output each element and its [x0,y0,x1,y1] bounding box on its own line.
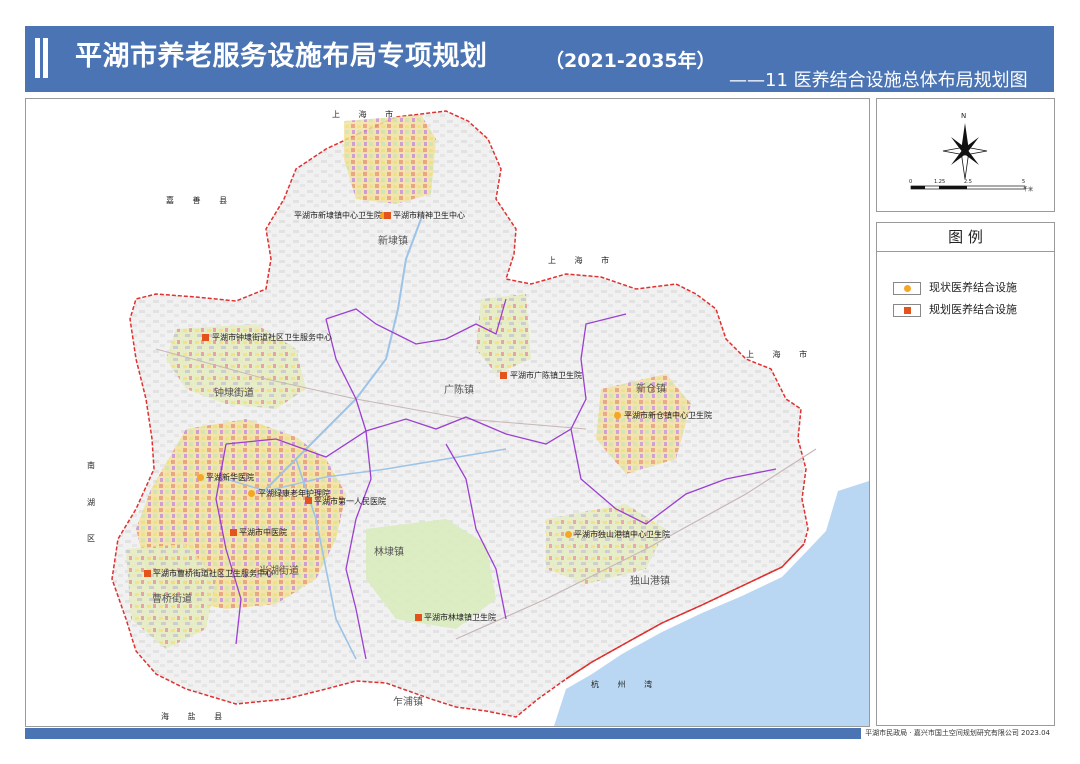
town-label-caoqiao: 曹桥街道 [152,594,192,605]
sea-label-hangzhou-bay: 杭 州 湾 [591,680,661,689]
current-facility-marker[interactable] [565,531,572,538]
facility-label-xindai-health-center: 平湖市新埭镇中心卫生院 [294,211,382,220]
planned-facility-marker[interactable] [384,212,391,219]
facility-label-tcm-hospital: 平湖市中医院 [239,528,287,537]
region-label-haiyan: 海 盐 县 [161,712,231,721]
map-title: 平湖市养老服务设施布局专项规划 [75,41,488,72]
town-label-zhongdai: 钟埭街道 [214,388,254,399]
town-label-zhapu: 乍浦镇 [393,697,423,708]
map-canvas: 上 海 市 上 海 市 上 海 市 嘉 善 县 南 湖 区 海 盐 县 杭 州 … [25,98,870,727]
legend-item-planned: 规划医养结合设施 [893,303,1053,317]
current-facility-marker[interactable] [614,412,621,419]
map-years: （2021-2035年） [545,50,716,72]
scale-tick: 2.5 [964,179,972,185]
region-label-jiashan: 嘉 善 县 [166,196,236,205]
region-label-nanhu: 南 [87,461,95,470]
region-label-shanghai-southeast: 上 海 市 [746,350,816,359]
facility-label-dushangang-health-center: 平湖市独山港镇中心卫生院 [574,530,670,539]
current-facility-icon [904,285,911,292]
region-label-shanghai-east: 上 海 市 [548,256,618,265]
planned-facility-marker[interactable] [202,334,209,341]
scale-unit: 千米 [1023,187,1034,193]
region-label-nanhu: 区 [87,534,95,543]
title-bar-decoration [35,38,40,78]
town-label-guangchen: 广陈镇 [444,385,474,396]
facility-label-first-peoples-hospital: 平湖市第一人民医院 [314,497,386,506]
footer-bar: 平湖市民政局 · 嘉兴市国土空间规划研究有限公司 2023.04 [25,728,1054,739]
legend-panel: 图 例 现状医养结合设施 规划医养结合设施 [876,222,1055,726]
facility-label-caoqiao-community-center: 平湖市曹桥街道社区卫生服务中心 [153,569,273,578]
legend-swatch [893,304,921,317]
legend-label: 规划医养结合设施 [929,303,1017,316]
facility-label-xincang-health-center: 平湖市新仓镇中心卫生院 [624,411,712,420]
legend-label: 现状医养结合设施 [929,281,1017,294]
compass-panel: N 0 1.25 2.5 5 千米 [876,98,1055,212]
planned-facility-marker[interactable] [415,614,422,621]
facility-label-guangchen-hospital: 平湖市广陈镇卫生院 [510,371,582,380]
town-label-dushangang: 独山港镇 [630,576,670,587]
planned-facility-marker[interactable] [500,372,507,379]
current-facility-marker[interactable] [248,490,255,497]
facility-label-mental-health-center: 平湖市精神卫生中心 [393,211,465,220]
facility-label-zhongdai-community-center: 平湖市钟埭街道社区卫生服务中心 [212,333,332,342]
title-banner: 平湖市养老服务设施布局专项规划 （2021-2035年） ——11 医养结合设施… [25,26,1054,92]
scale-tick: 1.25 [934,179,946,185]
facility-label-linda-hospital: 平湖市林埭镇卫生院 [424,613,496,622]
town-label-xincang: 新仓镇 [636,384,666,395]
region-label-nanhu: 湖 [87,498,95,507]
legend-item-current: 现状医养结合设施 [893,281,1053,295]
town-label-linda: 林埭镇 [374,547,404,558]
credit-text: 平湖市民政局 · 嘉兴市国土空间规划研究有限公司 2023.04 [861,728,1054,739]
title-bar-decoration [43,38,48,78]
planned-facility-marker[interactable] [230,529,237,536]
map-drawing [111,110,869,726]
facility-label-xinhua-hospital: 平湖新华医院 [206,473,254,482]
scale-tick: 0 [909,179,913,185]
planned-facility-icon [904,307,911,314]
map-subtitle: ——11 医养结合设施总体布局规划图 [729,70,1028,91]
planned-facility-marker[interactable] [305,497,312,504]
current-facility-marker[interactable] [197,474,204,481]
legend-title: 图 例 [877,223,1054,252]
town-label-xindai: 新埭镇 [378,236,408,247]
legend-swatch [893,282,921,295]
planned-facility-marker[interactable] [144,570,151,577]
region-label-shanghai-north: 上 海 市 [332,110,402,119]
